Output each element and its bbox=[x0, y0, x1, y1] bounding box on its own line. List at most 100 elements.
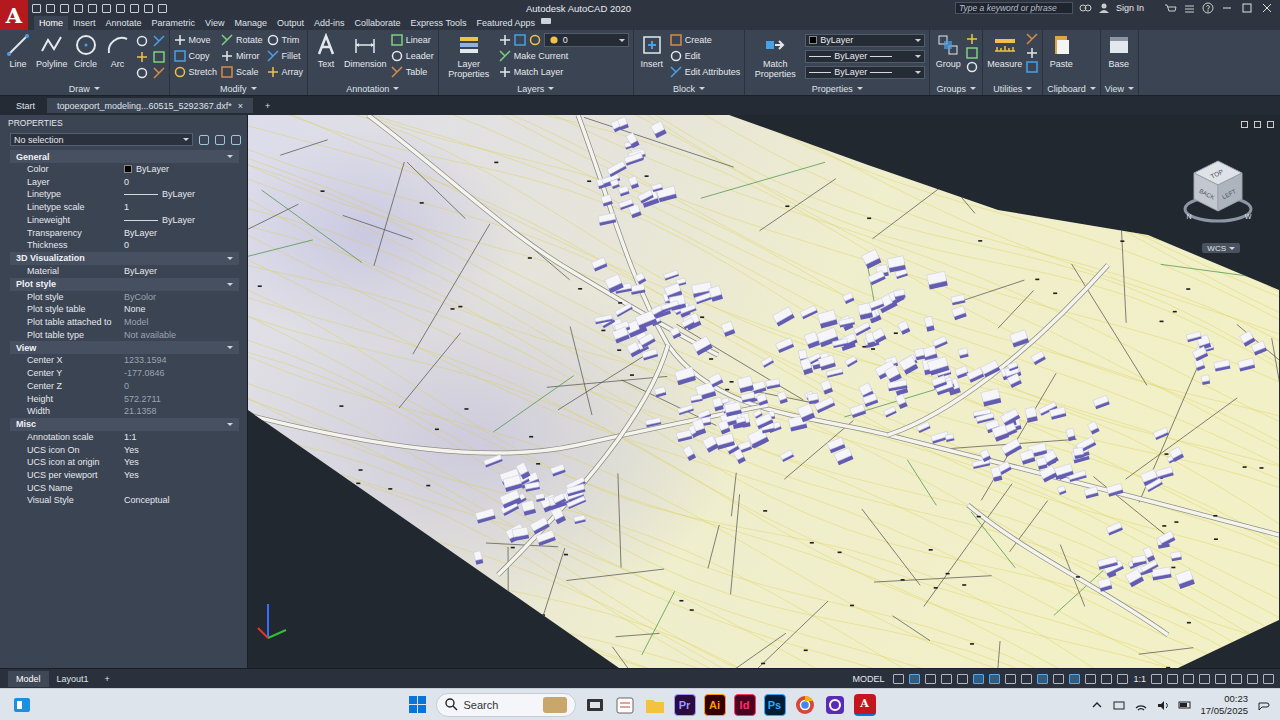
task-view-icon[interactable] bbox=[584, 694, 606, 716]
viewcube[interactable]: TOPBACKLEFTNW bbox=[1182, 157, 1254, 235]
close-icon[interactable] bbox=[1260, 2, 1274, 14]
ribbon-small-button[interactable]: Trim bbox=[267, 33, 304, 47]
dropdown[interactable]: ByLayer bbox=[805, 66, 925, 79]
viewport-control-icon[interactable] bbox=[1241, 121, 1248, 128]
panel-title[interactable]: Draw bbox=[4, 82, 165, 95]
ribbon-tab[interactable]: Express Tools bbox=[406, 16, 472, 30]
section-header[interactable]: 3D Visualization bbox=[10, 252, 239, 265]
status-toggle-icon[interactable] bbox=[1101, 674, 1112, 684]
panel-title[interactable]: Annotation bbox=[312, 82, 434, 95]
ribbon-toggle-icon[interactable] bbox=[540, 16, 554, 26]
status-tool-icon[interactable] bbox=[1151, 674, 1162, 684]
ribbon-large-button[interactable]: Arc bbox=[104, 33, 132, 69]
ribbon-large-button[interactable]: Paste bbox=[1047, 33, 1075, 69]
ribbon-large-button[interactable]: Layer Properties bbox=[443, 33, 495, 79]
status-toggle-icon[interactable] bbox=[1005, 674, 1016, 684]
tool-icon[interactable] bbox=[1026, 47, 1038, 59]
property-row[interactable]: UCS Name bbox=[10, 482, 239, 495]
exchange-icon[interactable] bbox=[1183, 3, 1196, 14]
tool-icon[interactable] bbox=[966, 47, 978, 59]
ribbon-small-button[interactable]: Stretch bbox=[174, 65, 218, 79]
panel-title[interactable]: View bbox=[1105, 82, 1134, 95]
cart-icon[interactable] bbox=[1164, 3, 1177, 14]
new-tab-button[interactable]: + bbox=[255, 98, 280, 113]
quick-access-icon[interactable] bbox=[158, 4, 167, 13]
ribbon-large-button[interactable]: Match Properties bbox=[749, 33, 801, 79]
property-row[interactable]: UCS per viewportYes bbox=[10, 469, 239, 482]
ribbon-small-button[interactable]: Linear bbox=[391, 33, 434, 47]
ribbon-tab[interactable]: Annotate bbox=[101, 16, 147, 30]
ribbon-small-button[interactable]: Rotate bbox=[221, 33, 263, 47]
viewport-control-icon[interactable] bbox=[1267, 121, 1274, 128]
terrain-model[interactable] bbox=[248, 115, 1279, 668]
ribbon-small-button[interactable]: Edit bbox=[670, 49, 741, 63]
volume-icon[interactable] bbox=[1156, 699, 1170, 711]
ribbon-large-button[interactable]: Polyline bbox=[36, 33, 68, 69]
taskbar-app-icon[interactable]: Ps bbox=[764, 694, 786, 716]
ribbon-small-button[interactable]: Table bbox=[391, 65, 434, 79]
property-row[interactable]: TransparencyByLayer bbox=[10, 227, 239, 240]
file-tab[interactable]: Start bbox=[6, 98, 45, 113]
model-space-button[interactable]: MODEL bbox=[852, 674, 884, 684]
tool-icon[interactable] bbox=[136, 67, 148, 79]
status-toggle-icon[interactable] bbox=[893, 674, 904, 684]
quick-access-icon[interactable] bbox=[144, 4, 153, 13]
status-toggle-icon[interactable] bbox=[1117, 674, 1128, 684]
ucs-dropdown[interactable]: WCS bbox=[1202, 243, 1240, 253]
quick-access-icon[interactable] bbox=[130, 4, 139, 13]
property-row[interactable]: LineweightByLayer bbox=[10, 214, 239, 227]
ribbon-small-button[interactable]: Make Current bbox=[499, 49, 629, 63]
chrome-icon[interactable] bbox=[794, 694, 816, 716]
ribbon-tab[interactable]: View bbox=[200, 16, 229, 30]
wifi-icon[interactable] bbox=[1134, 699, 1148, 711]
status-toggle-icon[interactable] bbox=[989, 674, 1000, 684]
ribbon-tab[interactable]: Parametric bbox=[147, 16, 201, 30]
ribbon-tab[interactable]: Home bbox=[34, 16, 68, 30]
ribbon-small-button[interactable]: Match Layer bbox=[499, 65, 629, 79]
panel-title[interactable]: Modify bbox=[174, 82, 304, 95]
tray-app-icon[interactable] bbox=[1112, 699, 1126, 711]
property-row[interactable]: Visual StyleConceptual bbox=[10, 494, 239, 507]
windows-start-icon[interactable] bbox=[407, 694, 428, 715]
ribbon-tab[interactable]: Output bbox=[272, 16, 309, 30]
status-toggle-icon[interactable] bbox=[909, 674, 920, 684]
selection-dropdown[interactable]: No selection bbox=[10, 133, 193, 146]
dropdown[interactable]: ByLayer bbox=[805, 50, 925, 63]
ribbon-tab[interactable]: Add-ins bbox=[309, 16, 350, 30]
status-tool-icon[interactable] bbox=[1263, 674, 1274, 684]
status-toggle-icon[interactable] bbox=[1021, 674, 1032, 684]
property-row[interactable]: ColorByLayer bbox=[10, 163, 239, 176]
property-row[interactable]: Thickness0 bbox=[10, 239, 239, 252]
quick-access-icon[interactable] bbox=[102, 4, 111, 13]
panel-title[interactable]: Utilities bbox=[987, 82, 1038, 95]
viewport-control-icon[interactable] bbox=[1254, 121, 1261, 128]
ribbon-tab[interactable]: Manage bbox=[229, 16, 272, 30]
help-icon[interactable] bbox=[1202, 2, 1214, 14]
ribbon-small-button[interactable]: Mirror bbox=[221, 49, 263, 63]
section-header[interactable]: General bbox=[10, 150, 239, 163]
close-tab-button[interactable]: × bbox=[238, 101, 243, 111]
new-layout-button[interactable]: + bbox=[97, 671, 118, 687]
ribbon-tab[interactable]: Collaborate bbox=[350, 16, 406, 30]
clock[interactable]: 00:2317/05/2025 bbox=[1200, 693, 1248, 717]
tool-icon[interactable] bbox=[136, 51, 148, 63]
property-row[interactable]: Plot style tableNone bbox=[10, 303, 239, 316]
tool-icon[interactable] bbox=[1026, 33, 1038, 45]
taskbar-search[interactable]: Search bbox=[436, 693, 576, 717]
status-tool-icon[interactable] bbox=[1199, 674, 1210, 684]
property-row[interactable]: Annotation scale1:1 bbox=[10, 431, 239, 444]
tool-icon[interactable] bbox=[153, 67, 165, 79]
ribbon-tab[interactable]: Insert bbox=[68, 16, 101, 30]
status-toggle-icon[interactable] bbox=[925, 674, 936, 684]
ribbon-large-button[interactable]: Circle bbox=[72, 33, 100, 69]
property-row[interactable]: UCS icon OnYes bbox=[10, 444, 239, 457]
status-toggle-icon[interactable] bbox=[1053, 674, 1064, 684]
property-row[interactable]: UCS icon at originYes bbox=[10, 456, 239, 469]
binoculars-icon[interactable] bbox=[1079, 2, 1092, 14]
status-tool-icon[interactable] bbox=[1183, 674, 1194, 684]
status-tool-icon[interactable] bbox=[1247, 674, 1258, 684]
calendar-app-icon[interactable] bbox=[614, 694, 636, 716]
tool-icon[interactable] bbox=[966, 61, 978, 73]
status-toggle-icon[interactable] bbox=[941, 674, 952, 684]
status-toggle-icon[interactable] bbox=[1085, 674, 1096, 684]
